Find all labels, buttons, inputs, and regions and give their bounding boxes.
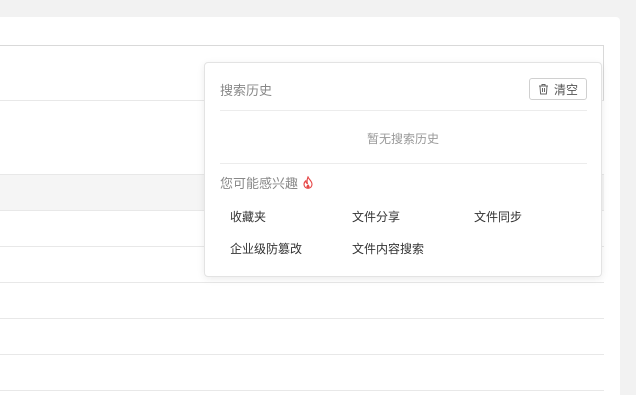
search-history-title: 搜索历史	[220, 84, 273, 99]
suggestions-header: 您可能感兴趣	[220, 173, 314, 192]
table-row	[0, 355, 604, 391]
flame-icon	[302, 176, 314, 189]
divider	[220, 163, 587, 164]
trash-icon	[538, 83, 549, 95]
suggestions-title: 您可能感兴趣	[220, 177, 299, 192]
search-dropdown: 搜索历史 清空 暂无搜索历史 您可能感兴趣 收藏夹 文件分享 文件同步 企业级防…	[204, 62, 602, 277]
table-row	[0, 319, 604, 355]
suggestion-item[interactable]: 文件分享	[352, 208, 400, 225]
clear-history-label: 清空	[553, 82, 578, 97]
suggestion-item[interactable]: 企业级防篡改	[230, 240, 302, 257]
suggestion-item[interactable]: 文件内容搜索	[352, 240, 424, 257]
suggestion-item[interactable]: 文件同步	[474, 208, 522, 225]
clear-history-button[interactable]: 清空	[528, 78, 587, 100]
empty-history-text: 暂无搜索历史	[366, 132, 439, 146]
table-row	[0, 283, 604, 319]
divider	[220, 110, 587, 111]
suggestion-item[interactable]: 收藏夹	[230, 208, 266, 225]
page: 搜索历史 清空 暂无搜索历史 您可能感兴趣 收藏夹 文件分享 文件同步 企业级防…	[0, 0, 636, 395]
